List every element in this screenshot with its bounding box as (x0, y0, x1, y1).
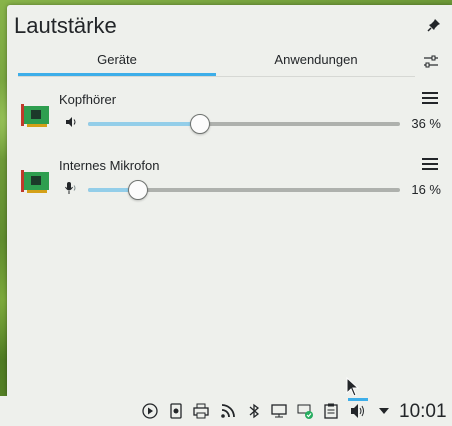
expand-arrow-icon[interactable] (375, 402, 393, 420)
monitor-icon[interactable] (270, 402, 288, 420)
device-menu-button[interactable] (422, 158, 438, 172)
slider-handle[interactable] (190, 114, 210, 134)
volume-popup: Lautstärke Geräte Anwendungen Kopfhörer (7, 5, 452, 396)
mouse-cursor-icon (346, 377, 360, 397)
tab-divider (18, 76, 415, 77)
device-menu-button[interactable] (422, 92, 438, 106)
slider-fill (88, 122, 200, 126)
media-play-icon[interactable] (141, 402, 159, 420)
microphone-slider[interactable] (88, 180, 400, 200)
tab-applications[interactable]: Anwendungen (217, 49, 415, 76)
device-name: Kopfhörer (59, 92, 117, 107)
rss-icon[interactable] (219, 402, 237, 420)
tab-bar: Geräte Anwendungen (18, 49, 415, 76)
volume-icon[interactable] (349, 402, 367, 420)
sound-card-icon (21, 104, 49, 127)
sound-card-icon (21, 170, 49, 193)
network-check-icon[interactable] (296, 402, 314, 420)
speaker-icon[interactable] (63, 114, 79, 130)
taskbar: 10:01 (0, 396, 452, 426)
volume-percent: 36 % (411, 116, 441, 131)
volume-percent: 16 % (411, 182, 441, 197)
device-headphones: Kopfhörer 36 % (7, 92, 452, 152)
mixer-settings-icon[interactable] (422, 53, 440, 71)
volume-slider[interactable] (88, 114, 400, 134)
active-indicator (348, 398, 368, 401)
bluetooth-icon[interactable] (245, 402, 263, 420)
tab-devices[interactable]: Geräte (18, 49, 216, 76)
slider-handle[interactable] (128, 180, 148, 200)
phone-icon[interactable] (167, 402, 185, 420)
popup-title: Lautstärke (14, 13, 117, 38)
device-microphone: Internes Mikrofon 16 % (7, 158, 452, 218)
printer-icon[interactable] (192, 402, 210, 420)
clock[interactable]: 10:01 (399, 401, 447, 423)
clipboard-icon[interactable] (322, 402, 340, 420)
pin-icon[interactable] (427, 18, 441, 32)
microphone-icon[interactable] (63, 180, 79, 196)
device-name: Internes Mikrofon (59, 158, 160, 173)
